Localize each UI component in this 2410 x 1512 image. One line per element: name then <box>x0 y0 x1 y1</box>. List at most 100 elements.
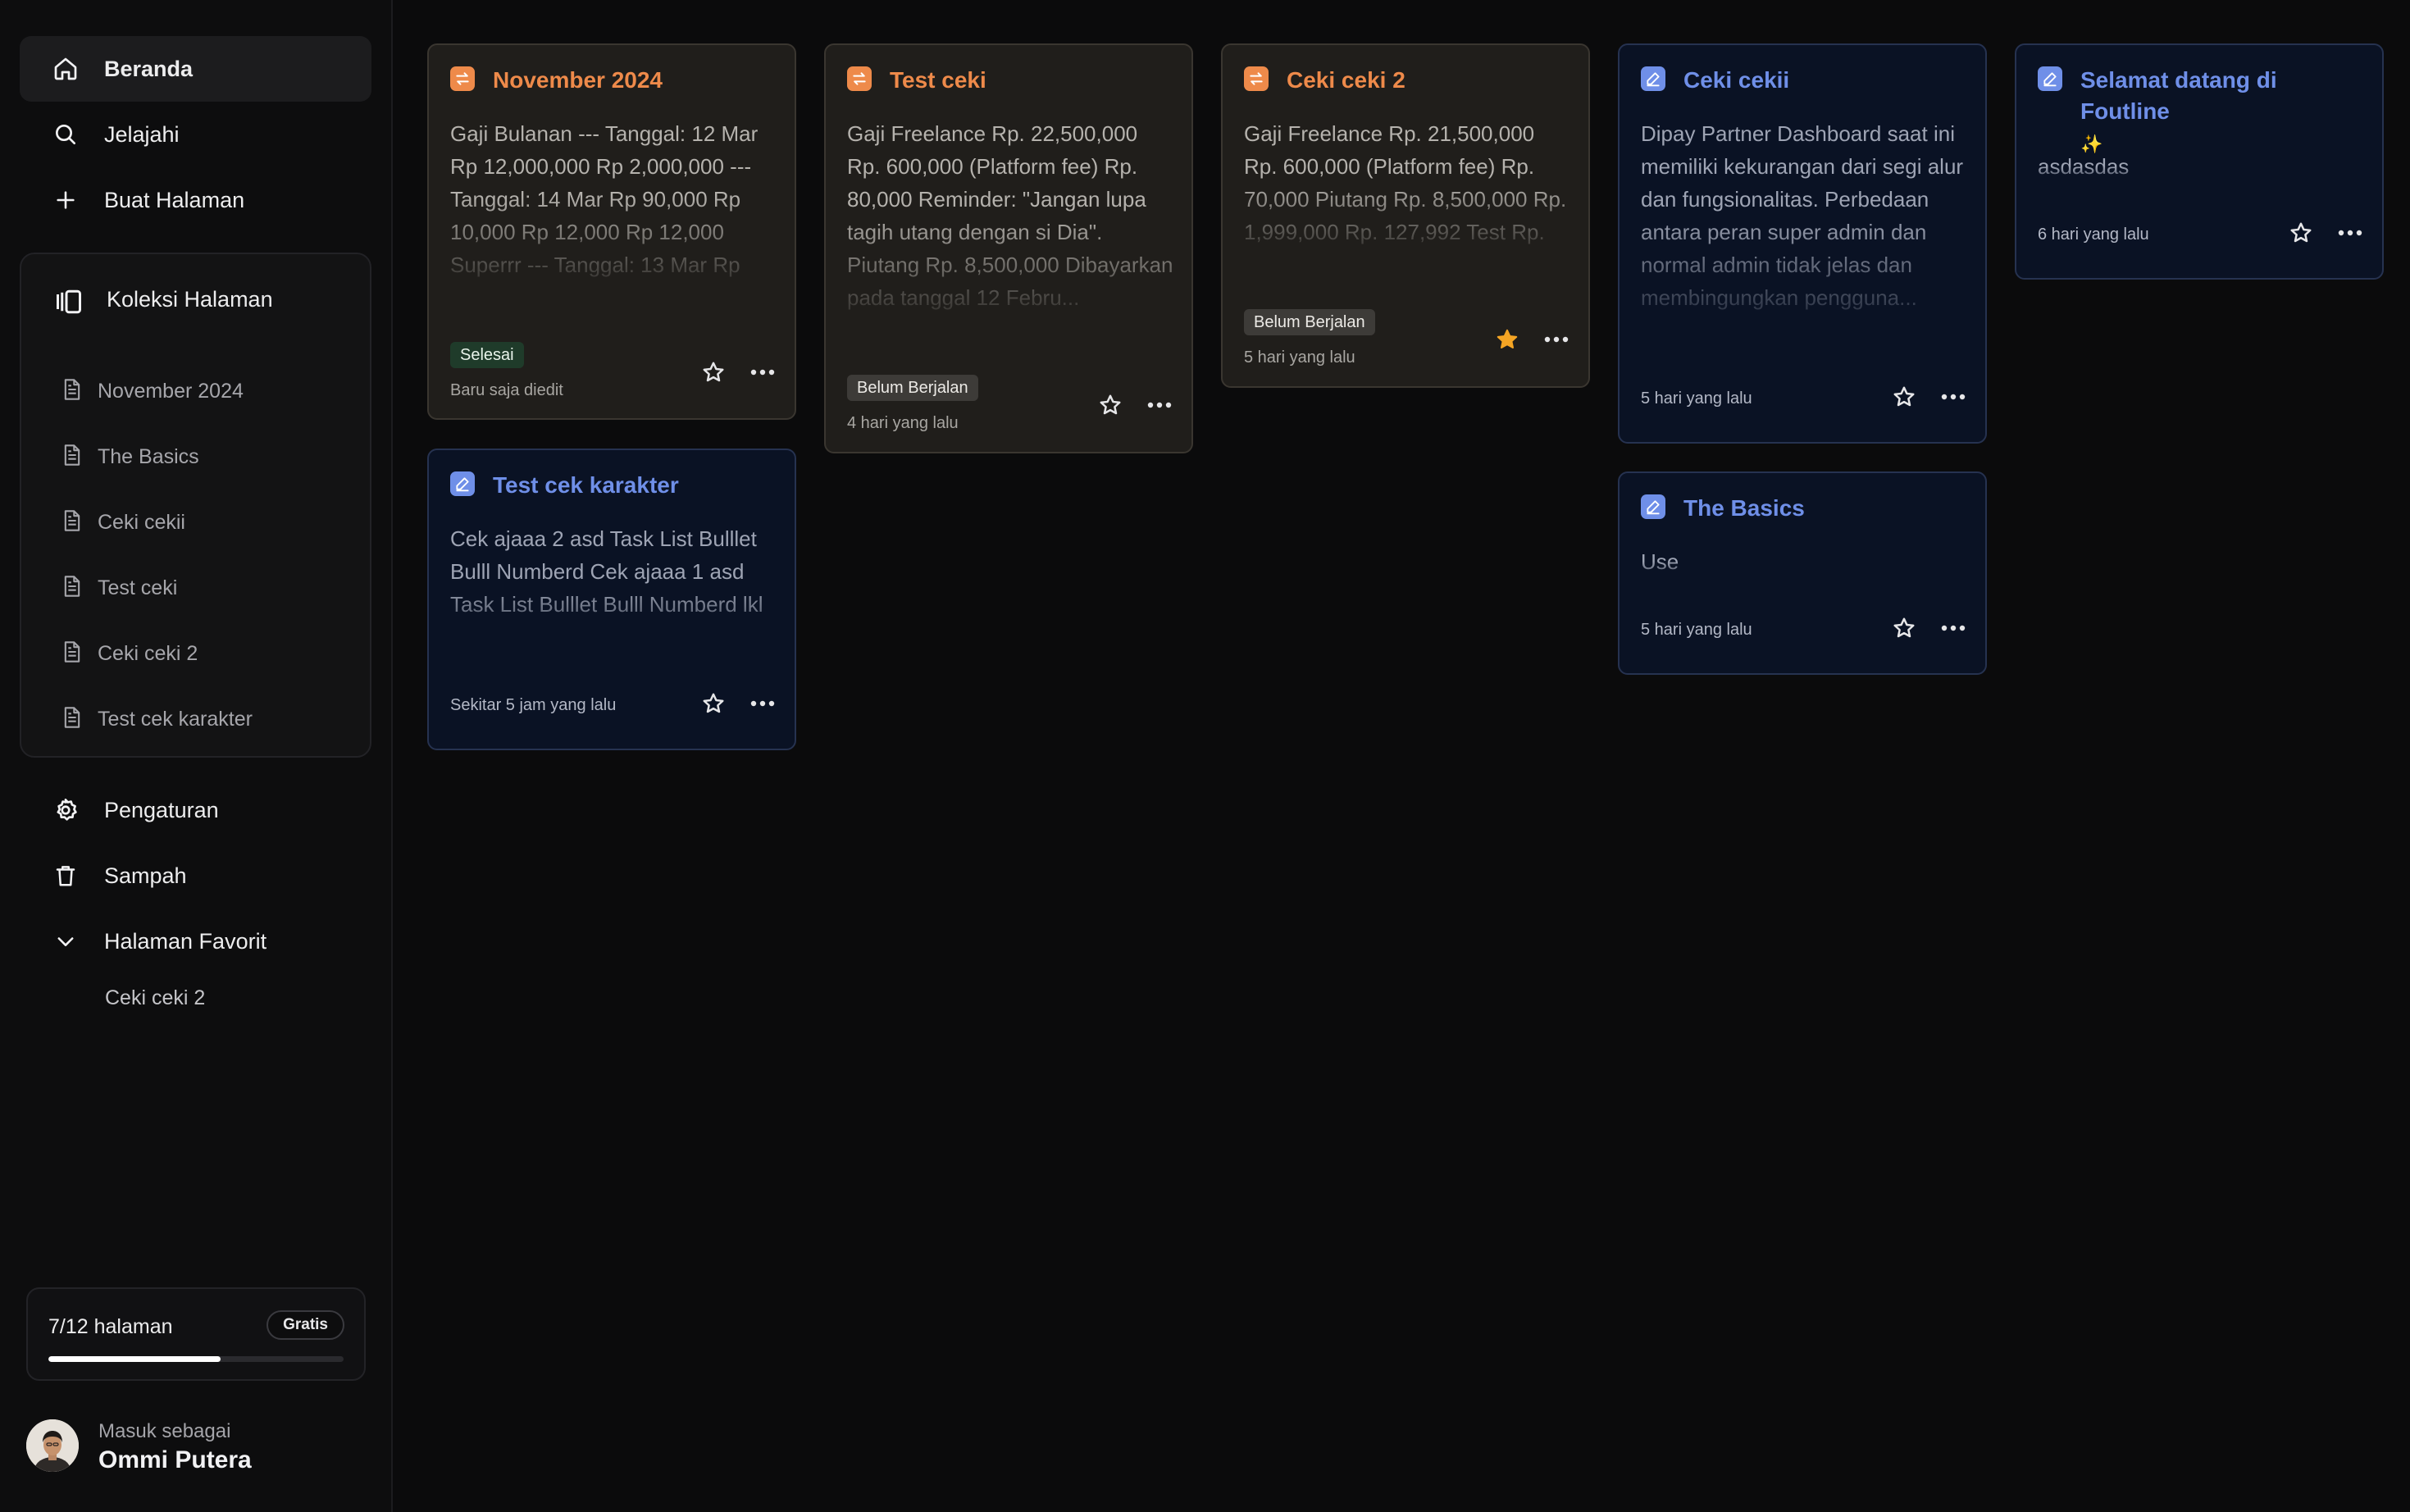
user-sub-label: Masuk sebagai <box>98 1420 231 1442</box>
card-timestamp: 5 hari yang lalu <box>1244 348 1355 367</box>
edit-icon <box>2038 66 2062 91</box>
more-options-icon[interactable] <box>749 690 777 717</box>
collection-item[interactable]: November 2024 <box>21 362 370 420</box>
nav-sampah[interactable]: Sampah <box>20 843 371 909</box>
page-card[interactable]: November 2024 Gaji Bulanan --- Tanggal: … <box>427 43 796 420</box>
card-title[interactable]: Test ceki <box>890 65 1173 96</box>
card-timestamp: 4 hari yang lalu <box>847 414 959 432</box>
page-count: 7/12 halaman <box>48 1315 173 1338</box>
nav-label: Jelajahi <box>104 121 180 147</box>
nav-halaman-favorit[interactable]: Halaman Favorit <box>20 909 371 974</box>
app: Beranda Jelajahi Buat Halaman Koleksi Ha… <box>0 0 2410 1512</box>
more-options-icon[interactable] <box>749 358 777 386</box>
nav-label: Buat Halaman <box>104 187 245 212</box>
status-badge: Selesai <box>450 342 524 368</box>
collection-item-label: November 2024 <box>98 379 244 403</box>
nav-buat-halaman[interactable]: Buat Halaman <box>20 167 371 233</box>
card-timestamp: 6 hari yang lalu <box>2038 225 2149 244</box>
star-icon[interactable] <box>2287 219 2315 247</box>
page-card[interactable]: The Basics Use 5 hari yang lalu <box>1618 471 1987 675</box>
avatar <box>26 1419 79 1472</box>
usage-progress-fill <box>48 1356 221 1362</box>
page-card[interactable]: Ceki ceki 2 Gaji Freelance Rp. 21,500,00… <box>1221 43 1590 388</box>
card-preview: Dipay Partner Dashboard saat ini memilik… <box>1641 121 1964 310</box>
nav-beranda[interactable]: Beranda <box>20 36 371 102</box>
card-preview: asdasdas <box>2038 154 2130 179</box>
edit-icon <box>1641 494 1665 519</box>
collection-item-label: Test cek karakter <box>98 707 253 731</box>
page-card[interactable]: Ceki cekii Dipay Partner Dashboard saat … <box>1618 43 1987 444</box>
favorite-item[interactable]: Ceki ceki 2 <box>105 986 205 1010</box>
star-filled-icon[interactable] <box>1493 326 1521 353</box>
collection-item-label: Ceki cekii <box>98 510 185 534</box>
card-title[interactable]: Selamat datang di Foutline ✨ <box>2080 65 2364 160</box>
collection-item[interactable]: Ceki ceki 2 <box>21 625 370 682</box>
collection-item-label: The Basics <box>98 444 199 468</box>
page-grid: November 2024 Gaji Bulanan --- Tanggal: … <box>394 0 2410 1512</box>
card-preview: Use <box>1641 549 1679 574</box>
collection-item[interactable]: The Basics <box>21 428 370 485</box>
nav-label: Beranda <box>104 56 194 81</box>
usage-panel: 7/12 halaman Gratis <box>26 1287 366 1381</box>
more-options-icon[interactable] <box>2336 219 2364 247</box>
edit-icon <box>450 471 475 496</box>
card-preview: Gaji Freelance Rp. 21,500,000 Rp. 600,00… <box>1244 121 1567 257</box>
plan-badge: Gratis <box>267 1310 344 1340</box>
collection-item[interactable]: Ceki cekii <box>21 494 370 551</box>
edit-icon <box>1641 66 1665 91</box>
card-title[interactable]: Ceki cekii <box>1683 65 1967 96</box>
transfer-icon <box>450 66 475 91</box>
nav-label: Sampah <box>104 863 187 888</box>
sidebar: Beranda Jelajahi Buat Halaman Koleksi Ha… <box>0 0 393 1512</box>
card-title[interactable]: The Basics <box>1683 493 1967 524</box>
star-icon[interactable] <box>1890 614 1918 642</box>
home-icon <box>51 54 80 84</box>
page-card[interactable]: Test cek karakter Cek ajaaa 2 asd Task L… <box>427 449 796 750</box>
nav-pengaturan[interactable]: Pengaturan <box>20 777 371 843</box>
collection-item[interactable]: Test cek karakter <box>21 690 370 748</box>
star-icon[interactable] <box>699 358 727 386</box>
more-options-icon[interactable] <box>1939 383 1967 411</box>
user-profile[interactable]: Masuk sebagai Ommi Putera <box>26 1419 371 1476</box>
page-card[interactable]: Test ceki Gaji Freelance Rp. 22,500,000 … <box>824 43 1193 453</box>
more-options-icon[interactable] <box>1146 391 1173 419</box>
collection-header[interactable]: Koleksi Halaman <box>21 254 370 349</box>
document-icon <box>62 706 85 732</box>
document-icon <box>62 575 85 601</box>
card-preview: Gaji Freelance Rp. 22,500,000 Rp. 600,00… <box>847 121 1173 310</box>
search-icon <box>51 120 80 149</box>
star-icon[interactable] <box>699 690 727 717</box>
card-title[interactable]: November 2024 <box>493 65 777 96</box>
status-badge: Belum Berjalan <box>847 375 978 401</box>
transfer-icon <box>847 66 872 91</box>
document-icon <box>62 509 85 535</box>
nav-jelajahi[interactable]: Jelajahi <box>20 102 371 167</box>
document-icon <box>62 444 85 470</box>
card-timestamp: Baru saja diedit <box>450 381 563 399</box>
card-title-text: Selamat datang di Foutline <box>2080 67 2277 124</box>
status-badge: Belum Berjalan <box>1244 309 1375 335</box>
collection-icon <box>54 287 84 317</box>
card-title[interactable]: Test cek karakter <box>493 470 777 501</box>
page-card[interactable]: Selamat datang di Foutline ✨ asdasdas 6 … <box>2015 43 2384 280</box>
user-name: Ommi Putera <box>98 1446 252 1473</box>
more-options-icon[interactable] <box>1939 614 1967 642</box>
nav-label: Halaman Favorit <box>104 928 267 954</box>
star-icon[interactable] <box>1096 391 1124 419</box>
transfer-icon <box>1244 66 1269 91</box>
collection-item[interactable]: Test ceki <box>21 559 370 617</box>
more-options-icon[interactable] <box>1542 326 1570 353</box>
gear-icon <box>51 795 80 825</box>
collection-item-label: Ceki ceki 2 <box>98 641 198 665</box>
card-preview: Cek ajaaa 2 asd Task List Bulllet Bulll … <box>450 526 763 617</box>
star-icon[interactable] <box>1890 383 1918 411</box>
page-collection: Koleksi Halaman November 2024 The Basics… <box>20 253 371 758</box>
card-timestamp: 5 hari yang lalu <box>1641 389 1752 408</box>
collection-item-label: Test ceki <box>98 576 178 599</box>
nav-label: Pengaturan <box>104 797 219 822</box>
card-title[interactable]: Ceki ceki 2 <box>1287 65 1570 96</box>
trash-icon <box>51 861 80 890</box>
card-preview: Gaji Bulanan --- Tanggal: 12 Mar Rp 12,0… <box>450 121 759 289</box>
usage-progress-bar <box>48 1356 344 1362</box>
document-icon <box>62 640 85 667</box>
